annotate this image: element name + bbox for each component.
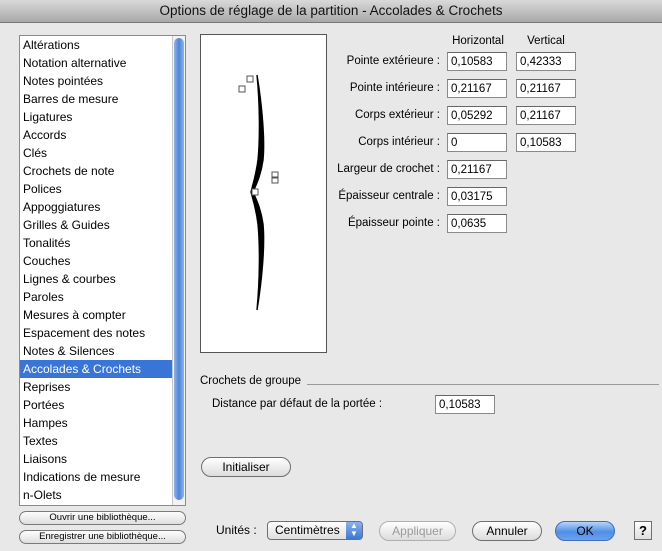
- save-library-button[interactable]: Enregistrer une bibliothèque...: [19, 530, 186, 544]
- handle-body-outer-icon[interactable]: [271, 171, 279, 178]
- category-item[interactable]: Mesures à compter: [20, 306, 173, 324]
- units-select[interactable]: Centimètres ▲ ▼: [267, 521, 363, 540]
- ok-button[interactable]: OK: [555, 521, 615, 541]
- category-item[interactable]: n-Olets: [20, 486, 173, 504]
- category-item[interactable]: Notes pointées: [20, 72, 173, 90]
- category-item[interactable]: Appoggiatures: [20, 198, 173, 216]
- category-list-scrollbar[interactable]: [172, 36, 185, 505]
- brace-drawing: [238, 74, 279, 311]
- category-item[interactable]: Reprises: [20, 378, 173, 396]
- column-header-vertical: Vertical: [527, 35, 565, 47]
- outer-tip-horizontal-field[interactable]: [447, 52, 507, 71]
- category-list[interactable]: Altérations Notation alternative Notes poi…: [19, 35, 186, 506]
- outer-tip-label: Pointe extérieure :: [346, 55, 440, 67]
- help-button[interactable]: ?: [634, 521, 652, 540]
- handle-outer-tip-icon[interactable]: [246, 75, 254, 83]
- category-list-items: Altérations Notation alternative Notes poi…: [20, 36, 173, 504]
- group-separator: [307, 384, 659, 385]
- tip-thickness-field[interactable]: [447, 214, 507, 233]
- inner-body-vertical-field[interactable]: [516, 133, 576, 152]
- category-item[interactable]: Indications de mesure: [20, 468, 173, 486]
- column-header-horizontal: Horizontal: [452, 35, 504, 47]
- category-item[interactable]: Polices: [20, 180, 173, 198]
- brace-width-field[interactable]: [447, 160, 507, 179]
- center-thickness-label: Épaisseur centrale :: [338, 190, 440, 202]
- category-item[interactable]: Accolades & Crochets: [20, 360, 173, 378]
- outer-tip-vertical-field[interactable]: [516, 52, 576, 71]
- staff-distance-field[interactable]: [435, 395, 495, 414]
- handle-inner-tip-icon[interactable]: [238, 85, 246, 93]
- outer-body-horizontal-field[interactable]: [447, 106, 507, 125]
- units-select-value: Centimètres: [275, 523, 340, 537]
- cancel-button[interactable]: Annuler: [472, 521, 542, 541]
- open-library-button[interactable]: Ouvrir une bibliothèque...: [19, 511, 186, 525]
- units-label: Unités :: [216, 523, 257, 537]
- brace-width-label: Largeur de crochet :: [337, 163, 440, 175]
- group-brackets-title: Crochets de groupe: [200, 375, 302, 387]
- inner-body-horizontal-field[interactable]: [447, 133, 507, 152]
- updown-arrows-icon: ▲ ▼: [346, 522, 362, 539]
- initialiser-button[interactable]: Initialiser: [201, 457, 291, 477]
- apply-button[interactable]: Appliquer: [379, 521, 456, 541]
- inner-tip-label: Pointe intérieure :: [349, 82, 440, 94]
- handle-center-icon[interactable]: [251, 188, 259, 196]
- category-item[interactable]: Hampes: [20, 414, 173, 432]
- handle-body-inner-icon[interactable]: [271, 177, 279, 184]
- scrollbar-thumb[interactable]: [174, 38, 184, 500]
- category-item[interactable]: Lignes & courbes: [20, 270, 173, 288]
- category-item[interactable]: Grilles & Guides: [20, 216, 173, 234]
- outer-body-vertical-field[interactable]: [516, 106, 576, 125]
- category-item[interactable]: Notes & Silences: [20, 342, 173, 360]
- inner-body-label: Corps intérieur :: [358, 136, 440, 148]
- tip-thickness-label: Épaisseur pointe :: [347, 217, 440, 229]
- category-item[interactable]: Ligatures: [20, 108, 173, 126]
- score-options-dialog: Options de réglage de la partition - Acc…: [0, 0, 662, 551]
- brace-preview: [200, 34, 327, 353]
- staff-distance-label: Distance par défaut de la portée :: [212, 398, 383, 410]
- category-item[interactable]: Couches: [20, 252, 173, 270]
- category-item[interactable]: Espacement des notes: [20, 324, 173, 342]
- category-item[interactable]: Paroles: [20, 288, 173, 306]
- category-item[interactable]: Tonalités: [20, 234, 173, 252]
- outer-body-label: Corps extérieur :: [354, 109, 440, 121]
- category-item[interactable]: Crochets de note: [20, 162, 173, 180]
- inner-tip-vertical-field[interactable]: [516, 79, 576, 98]
- category-item[interactable]: Liaisons: [20, 450, 173, 468]
- category-item[interactable]: Clés: [20, 144, 173, 162]
- category-item[interactable]: Accords: [20, 126, 173, 144]
- center-thickness-field[interactable]: [447, 187, 507, 206]
- category-item[interactable]: Barres de mesure: [20, 90, 173, 108]
- inner-tip-horizontal-field[interactable]: [447, 79, 507, 98]
- window-title: Options de réglage de la partition - Acc…: [0, 0, 662, 23]
- category-item[interactable]: Portées: [20, 396, 173, 414]
- category-item[interactable]: Notation alternative: [20, 54, 173, 72]
- category-item[interactable]: Textes: [20, 432, 173, 450]
- category-item[interactable]: Altérations: [20, 36, 173, 54]
